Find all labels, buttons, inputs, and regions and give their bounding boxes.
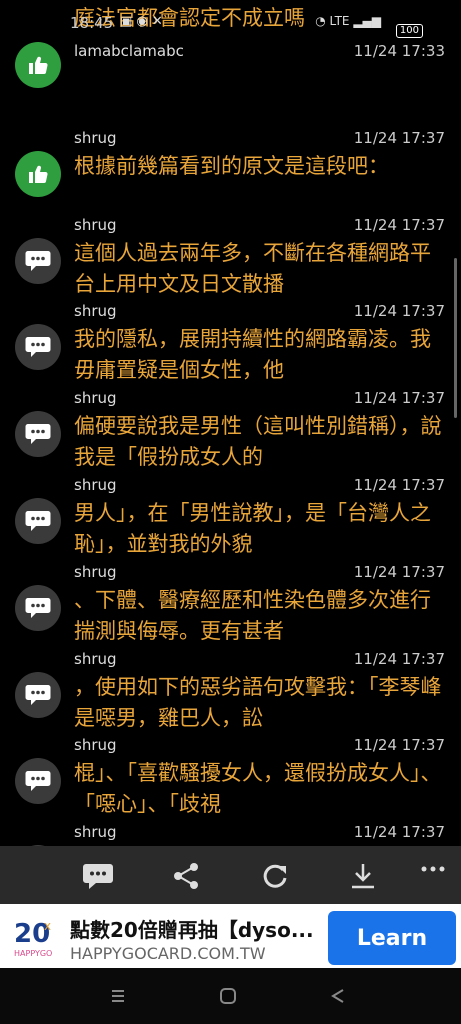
comment-row[interactable]: shrug 11/24 17:37 男人」，在「男性說教」，是「台灣人之恥」，並對我… bbox=[0, 472, 461, 559]
comment-timestamp: 11/24 17:37 bbox=[353, 649, 445, 668]
ad-banner[interactable]: 20 x HAPPYGO 點數20倍贈再抽【dyso... HAPPYGOCAR… bbox=[0, 904, 461, 968]
comment-row[interactable]: shrug 11/24 17:37 、下體、醫療經歷和性染色體多次進行揣測與侮辱。更… bbox=[0, 559, 461, 646]
comment-username[interactable]: shrug bbox=[74, 823, 117, 841]
thumbs-up-icon bbox=[15, 42, 61, 88]
svg-text:x: x bbox=[44, 919, 51, 933]
comment-row[interactable]: lamabclamabc 11/24 17:33 bbox=[0, 38, 461, 125]
learn-button[interactable]: Learn bbox=[328, 911, 456, 965]
status-bar: 18:45 ▣ ◉ ✕ ◔ LTE ▂▄▆ 100 bbox=[0, 14, 461, 44]
comment-row[interactable]: shrug 11/24 17:37 這個人過去兩年多，不斷在各種網路平台上用中文及日… bbox=[0, 212, 461, 299]
comment-timestamp: 11/24 17:37 bbox=[353, 128, 445, 147]
svg-text:HAPPYGO: HAPPYGO bbox=[14, 949, 52, 958]
comment-username[interactable]: lamabclamabc bbox=[74, 42, 184, 60]
network-type: LTE bbox=[329, 14, 350, 28]
comment-text: 男人」，在「男性說教」，是「台灣人之恥」，並對我的外貌 bbox=[74, 500, 431, 556]
comment-timestamp: 11/24 17:37 bbox=[353, 475, 445, 494]
comment-timestamp: 11/24 17:37 bbox=[353, 215, 445, 234]
comment-bubble-icon bbox=[15, 324, 61, 371]
battery-icon: 100 bbox=[395, 24, 423, 38]
comment-timestamp: 11/24 17:37 bbox=[353, 823, 445, 842]
system-nav-bar bbox=[0, 968, 461, 1024]
comment-text: ，使用如下的惡劣語句攻擊我：「李琴峰是噁男，雞巴人，訟 bbox=[74, 674, 442, 730]
comment-username[interactable]: shrug bbox=[74, 650, 117, 668]
comment-text: 、下體、醫療經歷和性染色體多次進行揣測與侮辱。更有甚者 bbox=[74, 587, 431, 643]
comment-bubble-icon bbox=[15, 237, 61, 284]
comment-row[interactable]: shrug 11/24 17:37 我的隱私，展開持續性的網路霸凌。我毋庸置疑是個女… bbox=[0, 298, 461, 385]
comment-timestamp: 11/24 17:33 bbox=[353, 42, 445, 60]
thumbs-up-icon bbox=[15, 150, 61, 197]
more-icon[interactable] bbox=[416, 852, 450, 886]
comment-timestamp: 11/24 17:37 bbox=[353, 562, 445, 581]
comment-row[interactable]: shrug 11/24 17:37 棍」、「喜歡騷擾女人，還假扮成女人」、「噁心」、… bbox=[0, 732, 461, 819]
comment-icon[interactable] bbox=[81, 859, 115, 893]
comment-text: 偏硬要說我是男性（這叫性別錯稱），說我是「假扮成女人的 bbox=[74, 414, 442, 470]
comment-username[interactable]: shrug bbox=[74, 736, 117, 754]
comment-username[interactable]: shrug bbox=[74, 129, 117, 147]
refresh-icon[interactable] bbox=[258, 859, 292, 893]
comment-username[interactable]: shrug bbox=[74, 389, 117, 407]
ad-url[interactable]: HAPPYGOCARD.COM.TW bbox=[70, 944, 266, 963]
comment-username[interactable]: shrug bbox=[74, 476, 117, 494]
comment-bubble-icon bbox=[15, 497, 61, 544]
comment-row[interactable]: shrug 11/24 17:37 根據前幾篇看到的原文是這段吧： bbox=[0, 125, 461, 212]
recent-apps-icon[interactable] bbox=[106, 984, 130, 1008]
comment-text: 這個人過去兩年多，不斷在各種網路平台上用中文及日文散播 bbox=[74, 240, 431, 296]
back-icon[interactable] bbox=[326, 984, 350, 1008]
comment-bubble-icon bbox=[15, 411, 61, 458]
notification-icons: ▣ ◉ ✕ bbox=[120, 14, 163, 29]
comment-username[interactable]: shrug bbox=[74, 216, 117, 234]
comment-timestamp: 11/24 17:37 bbox=[353, 302, 445, 321]
signal-icon: ▂▄▆ bbox=[353, 14, 381, 28]
download-icon[interactable] bbox=[346, 859, 380, 893]
happygo-logo: 20 x HAPPYGO bbox=[10, 912, 58, 960]
comment-list[interactable]: lamabclamabc 11/24 17:33 shrug 11/24 17:37 根… bbox=[0, 38, 461, 906]
comment-bubble-icon bbox=[15, 758, 61, 805]
bottom-toolbar bbox=[0, 846, 461, 904]
comment-timestamp: 11/24 17:37 bbox=[353, 389, 445, 408]
comment-bubble-icon bbox=[15, 584, 61, 631]
wifi-icon: ◔ bbox=[315, 14, 326, 28]
home-icon[interactable] bbox=[216, 984, 240, 1008]
comment-text: 根據前幾篇看到的原文是這段吧： bbox=[74, 153, 389, 178]
comment-text: 棍」、「喜歡騷擾女人，還假扮成女人」、「噁心」、「歧視 bbox=[74, 761, 442, 817]
comment-bubble-icon bbox=[15, 671, 61, 718]
share-icon[interactable] bbox=[169, 859, 203, 893]
signal-icons: ◔ LTE ▂▄▆ bbox=[315, 14, 381, 28]
comment-username[interactable]: shrug bbox=[74, 563, 117, 581]
comment-row[interactable]: shrug 11/24 17:37 ，使用如下的惡劣語句攻擊我：「李琴峰是噁男，雞巴… bbox=[0, 646, 461, 733]
comment-timestamp: 11/24 17:37 bbox=[353, 736, 445, 755]
comment-text: 我的隱私，展開持續性的網路霸凌。我毋庸置疑是個女性，他 bbox=[74, 327, 431, 383]
comment-username[interactable]: shrug bbox=[74, 302, 117, 320]
comment-row[interactable]: shrug 11/24 17:37 偏硬要說我是男性（這叫性別錯稱），說我是「假扮成… bbox=[0, 385, 461, 472]
ad-title[interactable]: 點數20倍贈再抽【dyso... bbox=[70, 914, 314, 943]
scrollbar[interactable] bbox=[454, 258, 457, 418]
